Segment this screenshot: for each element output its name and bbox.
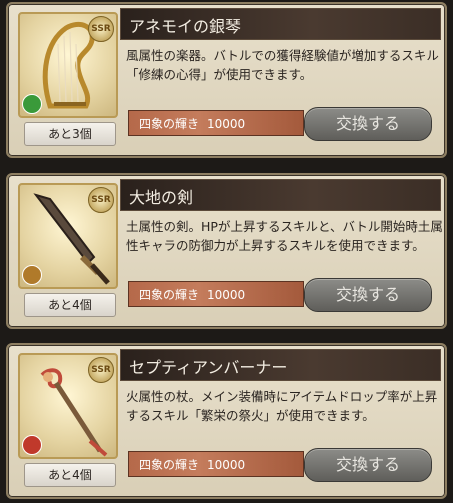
cost-value: 10000 <box>207 458 246 472</box>
item-description: 風属性の楽器。バトルでの獲得経験値が増加するスキル「修練の心得」が使用できます。 <box>126 48 439 82</box>
cost-bar: 四象の輝き 10000 <box>128 110 304 136</box>
item-thumbnail[interactable]: SSR <box>18 12 118 118</box>
item-card: 大地の剣 SSR あと4個 土属性の剣。HPが上昇するスキルと、バトル開始時土属… <box>6 173 447 329</box>
card-header: 大地の剣 <box>120 179 441 211</box>
cost-value: 10000 <box>207 117 246 131</box>
cost-label: 四象の輝き <box>139 288 200 302</box>
item-name: 大地の剣 <box>129 188 194 207</box>
remaining-count: あと3個 <box>24 122 116 146</box>
remaining-count: あと4個 <box>24 293 116 317</box>
card-header: アネモイの銀琴 <box>120 8 441 40</box>
item-thumbnail[interactable]: SSR <box>18 183 118 289</box>
fire-element-icon <box>22 435 42 455</box>
card-header: セプティアンバーナー <box>120 349 441 381</box>
exchange-button[interactable]: 交換する <box>304 278 432 312</box>
item-card: アネモイの銀琴 SSR あと3個 風属性の楽器。バトルでの獲得経験値が増加するス… <box>6 2 447 158</box>
cost-label: 四象の輝き <box>139 117 200 131</box>
item-name: セプティアンバーナー <box>129 358 288 377</box>
wind-element-icon <box>22 94 42 114</box>
cost-value: 10000 <box>207 288 246 302</box>
exchange-button[interactable]: 交換する <box>304 448 432 482</box>
cost-bar: 四象の輝き 10000 <box>128 281 304 307</box>
rarity-badge: SSR <box>88 187 114 213</box>
item-card: セプティアンバーナー SSR あと4個 火属性の杖。メイン装備時にアイテムドロッ… <box>6 343 447 499</box>
remaining-count: あと4個 <box>24 463 116 487</box>
item-description: 土属性の剣。HPが上昇するスキルと、バトル開始時土属性キャラの防御力が上昇するス… <box>126 219 443 253</box>
cost-bar: 四象の輝き 10000 <box>128 451 304 477</box>
item-description: 火属性の杖。メイン装備時にアイテムドロップ率が上昇するスキル「繁栄の祭火」が使用… <box>126 389 438 423</box>
cost-label: 四象の輝き <box>139 458 200 472</box>
item-name: アネモイの銀琴 <box>129 17 242 36</box>
rarity-badge: SSR <box>88 16 114 42</box>
exchange-button[interactable]: 交換する <box>304 107 432 141</box>
rarity-badge: SSR <box>88 357 114 383</box>
item-thumbnail[interactable]: SSR <box>18 353 118 459</box>
earth-element-icon <box>22 265 42 285</box>
